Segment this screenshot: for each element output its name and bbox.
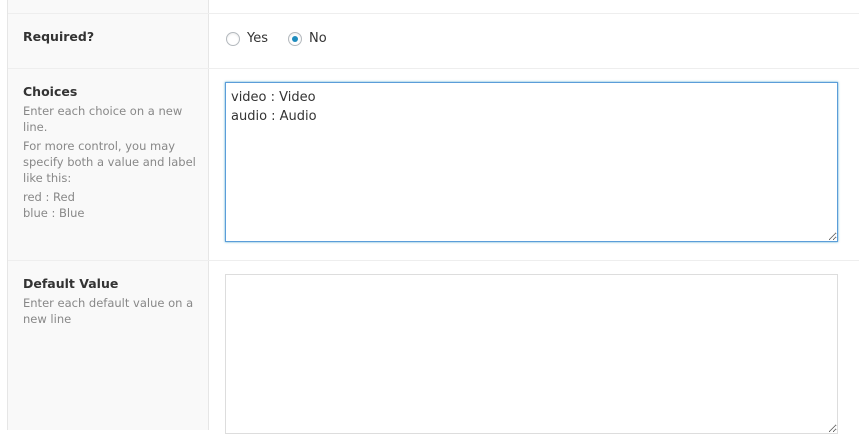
label-column: Default Value Enter each default value o…	[8, 261, 209, 430]
radio-yes-label: Yes	[247, 31, 268, 46]
required-setting-row: Required? Yes No	[8, 14, 859, 69]
radio-no-label: No	[309, 31, 327, 46]
label-column: Choices Enter each choice on a new line.…	[8, 69, 209, 260]
choices-setting-row: Choices Enter each choice on a new line.…	[8, 69, 859, 261]
choices-label: Choices	[23, 84, 78, 99]
label-column	[8, 0, 209, 13]
default-value-setting-row: Default Value Enter each default value o…	[8, 261, 859, 434]
required-label: Required?	[23, 29, 95, 44]
choices-description: Enter each choice on a new line.	[23, 104, 183, 134]
default-value-textarea[interactable]	[225, 274, 838, 434]
radio-yes[interactable]	[226, 31, 240, 46]
choices-example-red: red : Red	[23, 190, 75, 204]
input-column	[209, 0, 859, 13]
required-option-yes[interactable]: Yes	[226, 31, 268, 46]
previous-setting-row	[8, 0, 859, 14]
input-column: Yes No	[209, 14, 859, 68]
required-radio-group: Yes No	[226, 31, 347, 46]
label-column: Required?	[8, 14, 209, 68]
input-column	[209, 69, 859, 260]
choices-description-more: For more control, you may specify both a…	[23, 139, 196, 185]
input-column	[209, 261, 859, 434]
default-value-label: Default Value	[23, 276, 119, 291]
choices-textarea[interactable]	[225, 82, 838, 242]
field-settings-table: Required? Yes No Choices Enter each choi…	[7, 0, 859, 434]
radio-no[interactable]	[288, 31, 302, 46]
choices-example-blue: blue : Blue	[23, 206, 85, 220]
default-value-description: Enter each default value on a new line	[23, 296, 194, 326]
required-option-no[interactable]: No	[288, 31, 327, 46]
